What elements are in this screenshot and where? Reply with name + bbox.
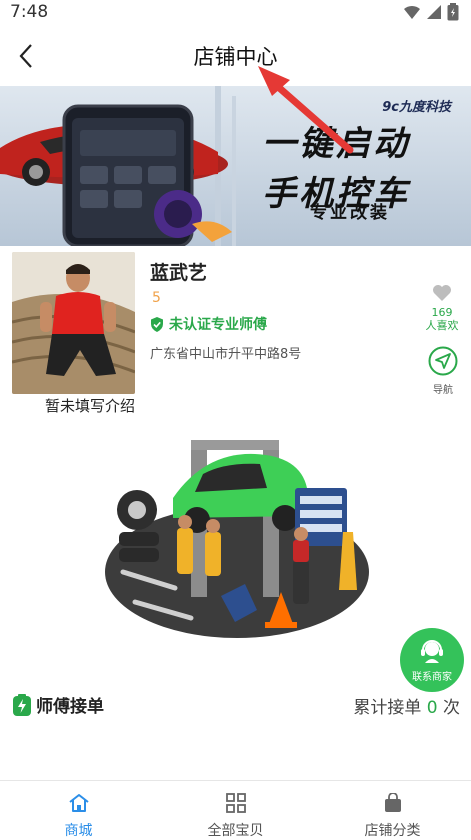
navigation-icon [428, 346, 458, 376]
banner-subline: 专业改装 [310, 203, 390, 223]
orders-count-prefix: 累计接单 [353, 698, 422, 718]
tab-shop-categories-label: 店铺分类 [364, 823, 421, 839]
wifi-icon [404, 5, 420, 19]
certification-row: 未认证专业师傅 [150, 314, 267, 334]
battery-icon [447, 3, 459, 21]
shop-name: 蓝武艺 [150, 262, 208, 284]
orders-count: 0 [426, 698, 438, 718]
contact-merchant-button[interactable]: 联系商家 [400, 628, 464, 692]
navigation-bar: 店铺中心 [0, 26, 471, 86]
shop-rating: 5 [152, 290, 161, 306]
orders-section-header: 师傅接单 累计接单 0 次 [0, 688, 471, 722]
tab-all-items-label: 全部宝贝 [207, 823, 264, 839]
orders-title: 师傅接单 [36, 697, 104, 717]
navigate-button[interactable]: 导航 [424, 346, 462, 396]
customer-service-icon [421, 640, 443, 663]
tab-shop-categories[interactable]: 店铺分类 [314, 781, 471, 840]
grid-icon [225, 793, 246, 813]
like-button[interactable]: 169 人喜欢 [422, 284, 462, 332]
orders-total: 累计接单 0 次 [353, 693, 460, 718]
promo-banner[interactable]: 9c九度科技 一键启动 手机控车 专业改装 [0, 86, 471, 246]
shop-info-card: 暂未填写介绍 蓝武艺 5 未认证专业师傅 广东省中山市升平中路8号 169 人喜… [0, 246, 471, 416]
heart-icon [433, 285, 451, 301]
bottom-tab-bar: 商城 全部宝贝 店铺分类 [0, 780, 471, 840]
bag-icon [384, 792, 401, 812]
shop-avatar[interactable] [12, 252, 135, 394]
orders-title-group: 师傅接单 [12, 692, 104, 717]
contact-merchant-label: 联系商家 [412, 672, 452, 683]
home-icon [68, 794, 89, 812]
verified-shield-icon [151, 316, 163, 332]
status-bar: 7:48 [0, 0, 471, 26]
orders-count-suffix: 次 [443, 698, 460, 718]
certification-status: 未认证专业师傅 [169, 317, 267, 333]
avatar-photo [12, 252, 135, 394]
banner-headline-1: 一键启动 [262, 124, 410, 164]
status-time: 7:48 [10, 2, 49, 22]
shop-address: 广东省中山市升平中路8号 [150, 347, 302, 362]
signal-icon [427, 5, 441, 19]
tab-mall[interactable]: 商城 [0, 781, 157, 840]
empty-state-illustration [95, 412, 380, 642]
status-icons [403, 3, 459, 21]
banner-brand: 9c九度科技 [382, 100, 451, 115]
mechanic-workshop-image [105, 440, 369, 638]
like-label: 人喜欢 [425, 319, 459, 332]
battery-charge-icon [13, 693, 31, 716]
like-count: 169 [431, 306, 453, 319]
tab-mall-label: 商城 [64, 823, 93, 839]
tab-all-items[interactable]: 全部宝贝 [157, 781, 314, 840]
page-title: 店铺中心 [193, 45, 278, 69]
navigate-label: 导航 [433, 385, 453, 396]
